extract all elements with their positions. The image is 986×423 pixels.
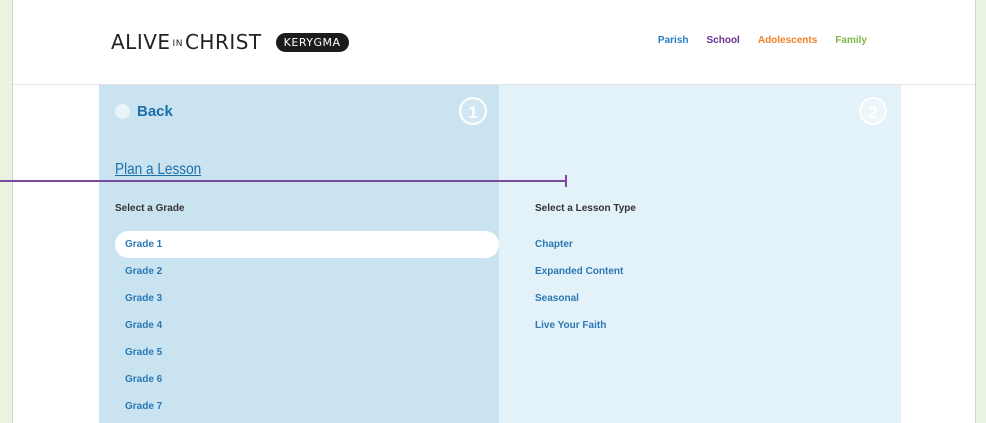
kerygma-badge: KERYGMA xyxy=(275,32,349,52)
back-label: Back xyxy=(137,103,173,120)
grade-list: Grade 1 Grade 2 Grade 3 Grade 4 Grade 5 … xyxy=(115,231,499,420)
select-lesson-type-label: Select a Lesson Type xyxy=(535,203,636,214)
logo-text-christ: CHRIST xyxy=(184,30,262,54)
nav-school[interactable]: School xyxy=(707,35,740,46)
lesson-type-panel: 2 Select a Lesson Type Chapter Expanded … xyxy=(499,85,901,423)
grade-item-3[interactable]: Grade 3 xyxy=(115,285,499,312)
page-frame: ALIVE IN CHRIST KERYGMA Parish School Ad… xyxy=(12,0,976,423)
plan-lesson-link[interactable]: Plan a Lesson xyxy=(115,161,201,179)
step-one-indicator: 1 xyxy=(459,97,487,125)
grade-item-2[interactable]: Grade 2 xyxy=(115,258,499,285)
lesson-type-chapter[interactable]: Chapter xyxy=(535,231,623,258)
lesson-type-expanded-content[interactable]: Expanded Content xyxy=(535,258,623,285)
grade-panel: Back 1 Plan a Lesson Select a Grade Grad… xyxy=(99,85,499,423)
annotation-pointer-line xyxy=(0,180,566,182)
lesson-type-list: Chapter Expanded Content Seasonal Live Y… xyxy=(535,231,623,339)
logo-text-alive: ALIVE xyxy=(111,30,171,54)
annotation-pointer-tick xyxy=(565,175,567,187)
top-navigation: Parish School Adolescents Family xyxy=(658,35,867,46)
grade-item-4[interactable]: Grade 4 xyxy=(115,312,499,339)
grade-item-5[interactable]: Grade 5 xyxy=(115,339,499,366)
select-grade-label: Select a Grade xyxy=(115,203,185,214)
grade-item-6[interactable]: Grade 6 xyxy=(115,366,499,393)
brand-logo[interactable]: ALIVE IN CHRIST KERYGMA xyxy=(111,30,349,54)
grade-item-1[interactable]: Grade 1 xyxy=(115,231,499,258)
logo-text-in: IN xyxy=(172,39,183,49)
back-circle-icon xyxy=(115,104,130,119)
grade-item-7[interactable]: Grade 7 xyxy=(115,393,499,420)
site-header: ALIVE IN CHRIST KERYGMA Parish School Ad… xyxy=(13,0,975,85)
back-button[interactable]: Back xyxy=(115,103,173,120)
step-two-indicator: 2 xyxy=(859,97,887,125)
nav-family[interactable]: Family xyxy=(835,35,867,46)
nav-parish[interactable]: Parish xyxy=(658,35,689,46)
lesson-type-seasonal[interactable]: Seasonal xyxy=(535,285,623,312)
nav-adolescents[interactable]: Adolescents xyxy=(758,35,817,46)
lesson-type-live-your-faith[interactable]: Live Your Faith xyxy=(535,312,623,339)
